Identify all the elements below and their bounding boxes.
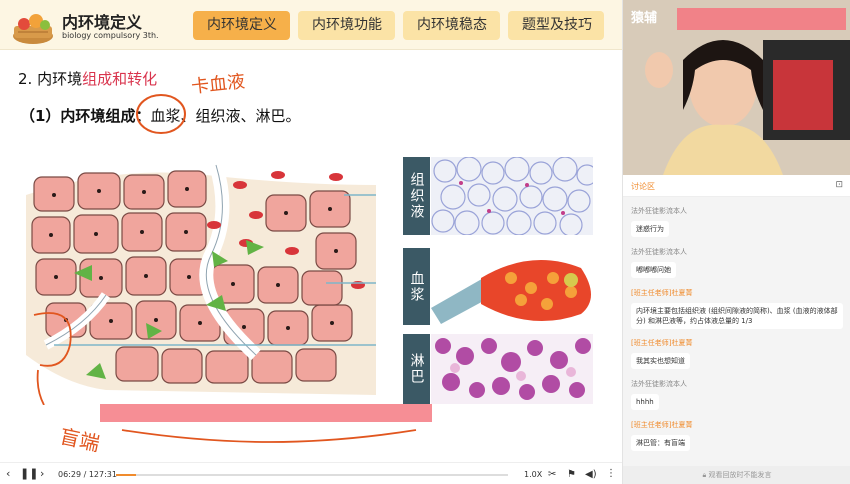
label-lymph: 淋巴 bbox=[403, 334, 430, 404]
label-tissue-fluid: 组织液 bbox=[403, 157, 430, 235]
message-author: [班主任老师]杜夏菁 bbox=[631, 421, 693, 429]
chat-settings-icon[interactable]: ⊡ bbox=[835, 180, 843, 190]
progress-bar[interactable] bbox=[116, 474, 508, 476]
progress-fill bbox=[116, 474, 136, 476]
right-panel: 猿辅 讨论区 ⊡ 法外狂徒影流本人 迷惑行为 法外狂徒影流本人 嘟嘟嘟问她 [班… bbox=[622, 0, 850, 484]
chat-title[interactable]: 讨论区 bbox=[631, 181, 655, 192]
chat-message: 法外狂徒影流本人 hhhh bbox=[631, 379, 687, 410]
annotation-curve bbox=[121, 429, 417, 443]
message-author: 法外狂徒影流本人 bbox=[631, 207, 687, 215]
chat-message: [班主任老师]杜夏菁 我其实也想知道 bbox=[631, 338, 692, 369]
handwritten-note-bottom: 盲端 bbox=[57, 424, 102, 456]
message-text: 嘟嘟嘟问她 bbox=[631, 262, 676, 278]
message-author: 法外狂徒影流本人 bbox=[631, 380, 687, 388]
chat-message: [班主任老师]杜夏菁 淋巴管：有盲端 bbox=[631, 420, 692, 451]
slide-area: 内环境定义 biology compulsory 3th. 内环境定义 内环境功… bbox=[0, 0, 622, 462]
tissue-diagram bbox=[26, 155, 376, 405]
flag-icon[interactable]: ⚑ bbox=[567, 469, 576, 481]
prev-icon[interactable]: ‹ bbox=[6, 468, 10, 480]
video-brand-watermark: 猿辅 bbox=[631, 11, 658, 26]
section-heading: 2. 内环境组成和转化 bbox=[18, 68, 157, 89]
video-watermark-overlay bbox=[677, 8, 846, 30]
brand-subtitle: biology compulsory 3th. bbox=[62, 31, 159, 40]
message-author: [班主任老师]杜夏菁 bbox=[631, 339, 693, 347]
message-text: 迷惑行为 bbox=[631, 221, 669, 237]
micrograph-plasma bbox=[431, 248, 593, 325]
message-text: hhhh bbox=[631, 394, 659, 410]
playback-time: 06:29 / 127:31 bbox=[58, 470, 117, 479]
more-icon[interactable]: ⋮ bbox=[606, 468, 616, 480]
subheading-prefix: （1）内环境组成： bbox=[20, 107, 151, 125]
tab-definition[interactable]: 内环境定义 bbox=[193, 11, 290, 40]
label-plasma: 血浆 bbox=[403, 248, 430, 325]
fruit-basket-logo bbox=[13, 14, 53, 44]
chat-footer-text: 观看回放时不能发言 bbox=[708, 471, 772, 479]
scissors-icon[interactable]: ✂ bbox=[548, 469, 556, 481]
tab-techniques[interactable]: 题型及技巧 bbox=[508, 11, 604, 40]
annotation-circle bbox=[136, 94, 186, 134]
teacher-video: 猿辅 bbox=[623, 0, 850, 175]
micrograph-tissue-fluid bbox=[431, 157, 593, 235]
speed-selector[interactable]: 1.0X bbox=[524, 470, 542, 479]
message-text: 我其实也想知道 bbox=[631, 353, 690, 369]
slide-header: 内环境定义 biology compulsory 3th. 内环境定义 内环境功… bbox=[0, 0, 622, 50]
message-text: 淋巴管：有盲端 bbox=[631, 435, 690, 451]
chat-message: [班主任老师]杜夏菁 内环境主要包括组织液 (组织间隙液的简称)、血浆 (血液的… bbox=[631, 288, 843, 329]
tab-homeostasis[interactable]: 内环境稳态 bbox=[403, 11, 500, 40]
pause-icon[interactable]: ❚❚ bbox=[20, 468, 38, 480]
message-text: 内环境主要包括组织液 (组织间隙液的简称)、血浆 (血液的液体部分) 和淋巴液等… bbox=[631, 303, 843, 329]
chat-input-disabled: 🔒︎ 观看回放时不能发言 bbox=[623, 466, 850, 484]
micrograph-lymph bbox=[431, 334, 593, 404]
tab-bar: 内环境定义 内环境功能 内环境稳态 题型及技巧 bbox=[193, 11, 604, 40]
heading-prefix: 2. 内环境 bbox=[18, 70, 83, 88]
next-icon[interactable]: › bbox=[40, 468, 44, 480]
heading-highlight: 组成和转化 bbox=[82, 70, 158, 88]
message-author: [班主任老师]杜夏菁 bbox=[631, 289, 693, 297]
brand-title: 内环境定义 bbox=[62, 13, 143, 32]
chat-header: 讨论区 ⊡ bbox=[623, 175, 850, 197]
chat-message: 法外狂徒影流本人 嘟嘟嘟问她 bbox=[631, 247, 687, 278]
volume-icon[interactable]: ◀) bbox=[585, 469, 597, 481]
message-author: 法外狂徒影流本人 bbox=[631, 248, 687, 256]
tab-function[interactable]: 内环境功能 bbox=[298, 11, 395, 40]
chat-message: 法外狂徒影流本人 迷惑行为 bbox=[631, 206, 687, 237]
player-controls: ‹ ❚❚ › 06:29 / 127:31 1.0X ✂ ⚑ ◀) ⋮ bbox=[0, 462, 622, 484]
handwritten-note-top: 卡血液 bbox=[190, 71, 247, 98]
